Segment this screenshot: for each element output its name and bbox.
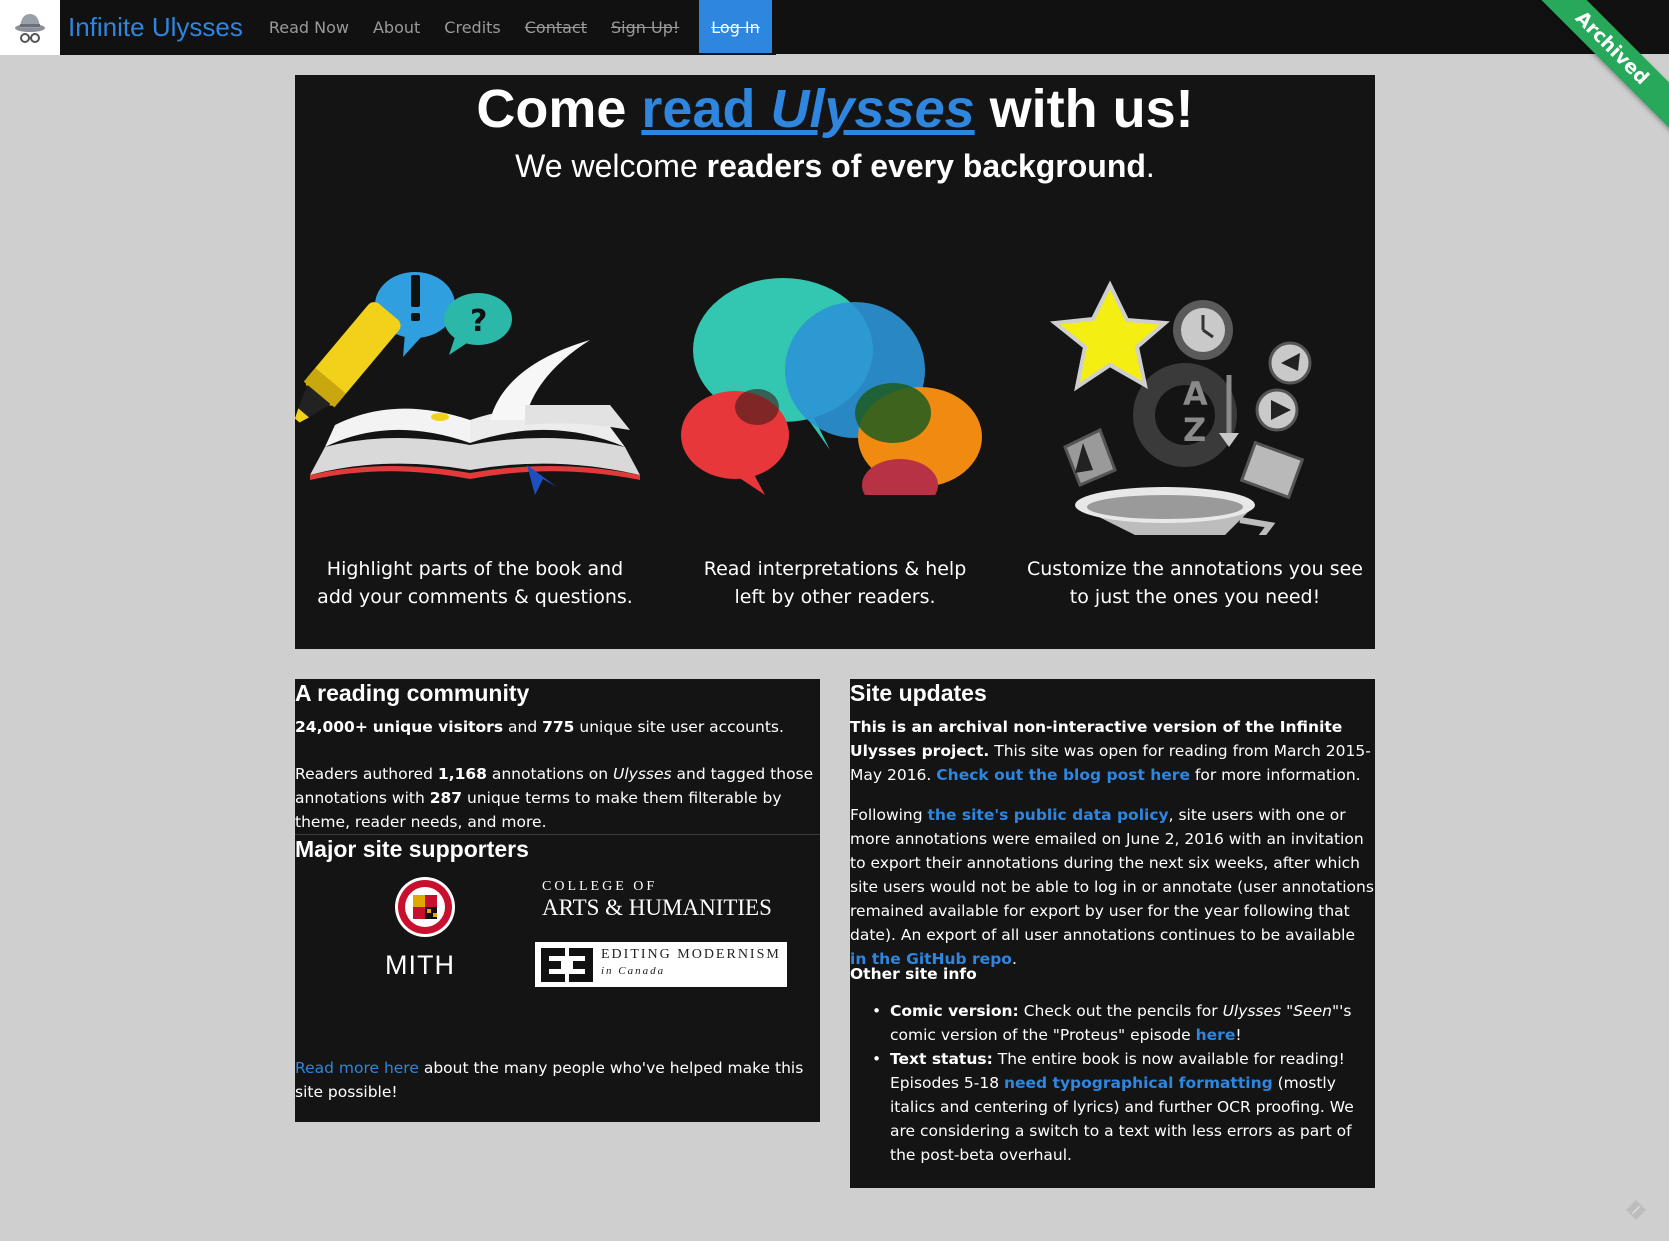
em-mark-icon (541, 948, 593, 982)
speech-bubbles-icon (681, 278, 982, 495)
edit-pencil-icon[interactable] (1624, 1198, 1648, 1222)
supporter-logos: MITH COLLEGE OF ARTS & HUMANITIES EDITIN… (295, 875, 820, 995)
archived-ribbon-label: Archived (1526, 0, 1669, 134)
other-info-list: Comic version: Check out the pencils for… (850, 999, 1375, 1167)
policy-text: , site users with one or more annotation… (850, 806, 1374, 944)
caption-line: to just the ones you need! (1069, 586, 1321, 608)
read-more-link[interactable]: Read more here (295, 1059, 419, 1077)
feature-customize-caption: Customize the annotations you see to jus… (1015, 555, 1375, 611)
svg-text:?: ? (470, 304, 487, 339)
arts-humanities-logo[interactable]: COLLEGE OF ARTS & HUMANITIES (542, 879, 772, 921)
nav-log-in[interactable]: Log In (699, 0, 772, 55)
data-policy-paragraph: Following the site's public data policy,… (850, 803, 1375, 971)
hero-panel: Come read Ulysses with us! We welcome re… (295, 75, 1375, 649)
arts-line1: COLLEGE OF (542, 879, 658, 894)
item-text: Check out the pencils for (1018, 1002, 1223, 1020)
annotations-count: 1,168 (437, 765, 487, 783)
em-line2: in Canada (601, 965, 666, 977)
item-text: ! (1235, 1026, 1242, 1044)
accounts-count: 775 (542, 718, 575, 736)
updates-title: Site updates (850, 680, 987, 706)
terms-count: 287 (429, 789, 463, 807)
svg-text:Z: Z (1183, 411, 1206, 449)
editing-modernism-logo[interactable]: EDITING MODERNISM in Canada (535, 942, 787, 987)
nav-about[interactable]: About (361, 0, 432, 55)
accounts-label: unique site user accounts. (579, 718, 784, 736)
em-line1: EDITING MODERNISM (601, 947, 781, 962)
nav-sign-up[interactable]: Sign Up! (599, 0, 691, 55)
item-italic: Ulysses "Seen" (1222, 1002, 1340, 1020)
caption-line: add your comments & questions. (317, 586, 633, 608)
filter-funnel-icon: A Z (1049, 280, 1312, 535)
arts-line2: ARTS & HUMANITIES (542, 895, 772, 920)
feature-read: Read interpretations & help left by othe… (655, 75, 1015, 608)
caption-line: left by other readers. (734, 586, 936, 608)
policy-text: Following (850, 806, 928, 824)
item-label: Text status: (890, 1050, 993, 1068)
comic-here-link[interactable]: here (1196, 1026, 1236, 1044)
caption-line: Read interpretations & help (703, 558, 967, 580)
and-text: and (508, 718, 538, 736)
site-logo-icon[interactable] (0, 0, 60, 55)
visitors-count: 24,000+ (295, 718, 368, 736)
typographical-formatting-link[interactable]: need typographical formatting (1004, 1074, 1273, 1092)
archive-notice: This is an archival non-interactive vers… (850, 715, 1375, 787)
caption-line: Highlight parts of the book and (326, 558, 624, 580)
community-title: A reading community (295, 680, 530, 706)
supporters-title: Major site supporters (295, 836, 529, 862)
nav-credits[interactable]: Credits (432, 0, 512, 55)
blog-post-link[interactable]: Check out the blog post here (936, 766, 1190, 784)
feature-read-caption: Read interpretations & help left by othe… (655, 555, 1015, 611)
site-updates-panel: Site updates This is an archival non-int… (850, 679, 1375, 1188)
visitors-label: unique visitors (372, 718, 504, 736)
p2-text: Readers authored (295, 765, 438, 783)
caption-line: Customize the annotations you see (1027, 558, 1363, 580)
archive-notice-end: for more information. (1189, 766, 1361, 784)
data-policy-link[interactable]: the site's public data policy (928, 806, 1169, 824)
ulysses-italic: Ulysses (613, 765, 672, 783)
item-label: Comic version: (890, 1002, 1019, 1020)
nav-read-now[interactable]: Read Now (257, 0, 361, 55)
mith-logo[interactable]: MITH (385, 952, 455, 979)
feature-highlight: ? Highlight parts of the book and add yo… (295, 75, 655, 608)
site-title-link[interactable]: Infinite Ulysses (60, 0, 257, 55)
community-annotations: Readers authored 1,168 annotations on Ul… (295, 762, 820, 834)
archived-ribbon: Archived (1519, 0, 1669, 150)
nav-contact[interactable]: Contact (513, 0, 599, 55)
readmore-paragraph: Read more here about the many people who… (295, 1056, 820, 1104)
other-info-title: Other site info (850, 965, 977, 983)
top-navbar: Infinite Ulysses Read Now About Credits … (0, 0, 1669, 55)
feature-highlight-caption: Highlight parts of the book and add your… (295, 555, 655, 611)
umd-seal-icon[interactable] (393, 875, 457, 939)
svg-text:A: A (1183, 375, 1208, 413)
feature-customize: A Z Customize the annotations you see to… (1015, 75, 1375, 608)
p2-text: annotations on (486, 765, 613, 783)
community-stats: 24,000+ unique visitors and 775 unique s… (295, 715, 820, 739)
community-panel: A reading community 24,000+ unique visit… (295, 679, 820, 1122)
list-item: Comic version: Check out the pencils for… (850, 999, 1375, 1047)
list-item: Text status: The entire book is now avai… (850, 1047, 1375, 1167)
book-highlighter-icon: ? (295, 272, 640, 495)
